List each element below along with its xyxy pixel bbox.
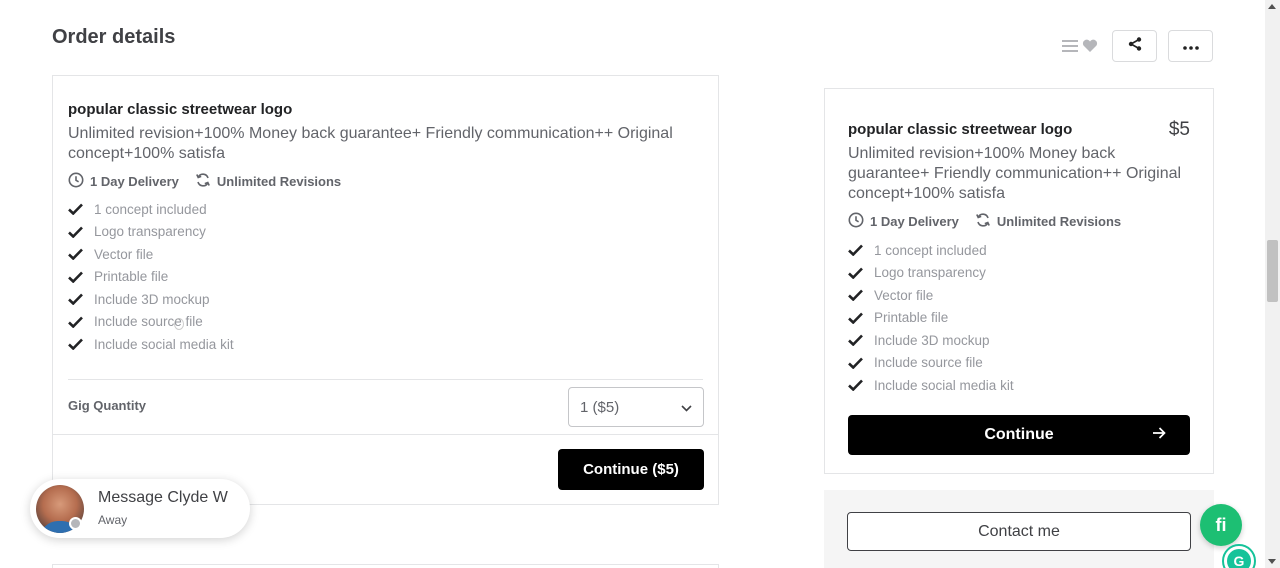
check-icon	[68, 293, 94, 306]
feature-label: Include 3D mockup	[94, 291, 210, 307]
package-description: Unlimited revision+100% Money back guara…	[68, 125, 673, 162]
scroll-up-icon[interactable]	[1268, 4, 1276, 9]
chevron-down-icon	[681, 399, 692, 416]
package-title: popular classic streetwear logo	[848, 121, 1073, 138]
clock-icon	[848, 212, 864, 231]
share-button[interactable]	[1112, 30, 1157, 62]
chat-status: Away	[98, 513, 128, 527]
feature-item: Logo transparency	[848, 262, 1014, 285]
feature-label: 1 concept included	[94, 201, 207, 217]
arrow-right-icon	[1152, 426, 1166, 445]
continue-button[interactable]: Continue	[848, 415, 1190, 455]
continue-with-price-button[interactable]: Continue ($5)	[558, 449, 704, 490]
delivery-info: 1 Day Delivery	[68, 172, 179, 191]
divider	[53, 434, 718, 435]
revisions-info: Unlimited Revisions	[195, 172, 341, 191]
feature-label: Printable file	[94, 269, 169, 285]
heart-icon[interactable]	[1082, 39, 1098, 53]
collect-icons[interactable]	[1062, 30, 1112, 62]
continue-label: Continue	[984, 426, 1054, 443]
feature-list: 1 concept included Logo transparency Vec…	[68, 198, 234, 356]
fiverr-logo-button[interactable]: fi	[1200, 504, 1242, 546]
check-icon	[68, 226, 94, 238]
feature-item: Printable file	[848, 307, 1014, 330]
away-status-icon	[69, 517, 82, 530]
check-icon	[68, 271, 94, 283]
check-icon	[848, 379, 874, 392]
feature-list: 1 concept included Logo transparency Vec…	[848, 239, 1014, 397]
more-options-button[interactable]	[1168, 30, 1213, 62]
feature-item: Include 3D mockup	[68, 288, 234, 311]
check-icon	[68, 316, 94, 328]
check-icon	[848, 312, 874, 324]
scrollbar[interactable]	[1265, 0, 1280, 568]
feature-label: 1 concept included	[874, 242, 987, 258]
feature-item: Include social media kit	[848, 374, 1014, 397]
delivery-meta: 1 Day Delivery Unlimited Revisions	[68, 172, 357, 191]
check-icon	[848, 334, 874, 347]
mouse-cursor	[174, 318, 184, 330]
package-description: Unlimited revision+100% Money back guara…	[848, 145, 1182, 202]
share-icon	[1128, 36, 1142, 56]
feature-item: Printable file	[68, 266, 234, 289]
gig-quantity-value: 1 ($5)	[580, 398, 620, 416]
feature-item: Include source file	[848, 352, 1014, 375]
gig-quantity-label: Gig Quantity	[68, 398, 146, 413]
feature-item: 1 concept included	[848, 239, 1014, 262]
scroll-down-icon[interactable]	[1268, 559, 1276, 564]
check-icon	[848, 289, 874, 302]
check-icon	[848, 267, 874, 279]
order-card: popular classic streetwear logo Unlimite…	[52, 75, 719, 505]
check-icon	[848, 244, 874, 257]
feature-label: Logo transparency	[874, 265, 986, 281]
delivery-meta: 1 Day Delivery Unlimited Revisions	[848, 212, 1137, 231]
chat-seller-name: Message Clyde W	[98, 489, 228, 506]
feature-item: Vector file	[848, 284, 1014, 307]
delivery-label: 1 Day Delivery	[90, 174, 179, 189]
feature-label: Include social media kit	[94, 336, 234, 352]
feature-item: 1 concept included	[68, 198, 234, 221]
top-actions	[1062, 30, 1112, 62]
check-icon	[68, 203, 94, 216]
feature-item: Include source file	[68, 311, 234, 334]
grammarly-icon[interactable]: G	[1222, 544, 1256, 568]
feature-label: Include social media kit	[874, 377, 1014, 393]
feature-label: Vector file	[874, 287, 934, 303]
revisions-info: Unlimited Revisions	[975, 212, 1121, 231]
check-icon	[68, 248, 94, 261]
revisions-label: Unlimited Revisions	[996, 214, 1122, 229]
delivery-info: 1 Day Delivery	[848, 212, 959, 231]
refresh-icon	[195, 172, 211, 191]
gig-quantity-select[interactable]: 1 ($5)	[568, 387, 704, 427]
message-seller-widget[interactable]: Message Clyde W Away	[30, 479, 250, 538]
feature-label: Include 3D mockup	[874, 332, 990, 348]
package-card: popular classic streetwear logo $5 Unlim…	[824, 88, 1214, 474]
package-title: popular classic streetwear logo	[68, 101, 293, 118]
feature-label: Vector file	[94, 246, 154, 262]
revisions-label: Unlimited Revisions	[216, 174, 342, 189]
refresh-icon	[975, 212, 991, 231]
package-price: $5	[1168, 119, 1190, 140]
divider	[68, 379, 703, 380]
feature-label: Printable file	[874, 310, 949, 326]
more-icon	[1182, 37, 1199, 55]
feature-label: Include source file	[94, 314, 203, 330]
list-icon[interactable]	[1062, 39, 1078, 53]
check-icon	[848, 357, 874, 369]
contact-me-button[interactable]: Contact me	[847, 512, 1191, 551]
clock-icon	[68, 172, 84, 191]
feature-item: Vector file	[68, 243, 234, 266]
next-card	[52, 564, 719, 568]
scrollbar-thumb[interactable]	[1267, 240, 1278, 302]
check-icon	[68, 338, 94, 351]
feature-item: Include 3D mockup	[848, 329, 1014, 352]
feature-item: Logo transparency	[68, 221, 234, 244]
feature-item: Include social media kit	[68, 333, 234, 356]
page-title: Order details	[52, 26, 176, 48]
feature-label: Include source file	[874, 355, 983, 371]
feature-label: Logo transparency	[94, 224, 206, 240]
delivery-label: 1 Day Delivery	[870, 214, 959, 229]
